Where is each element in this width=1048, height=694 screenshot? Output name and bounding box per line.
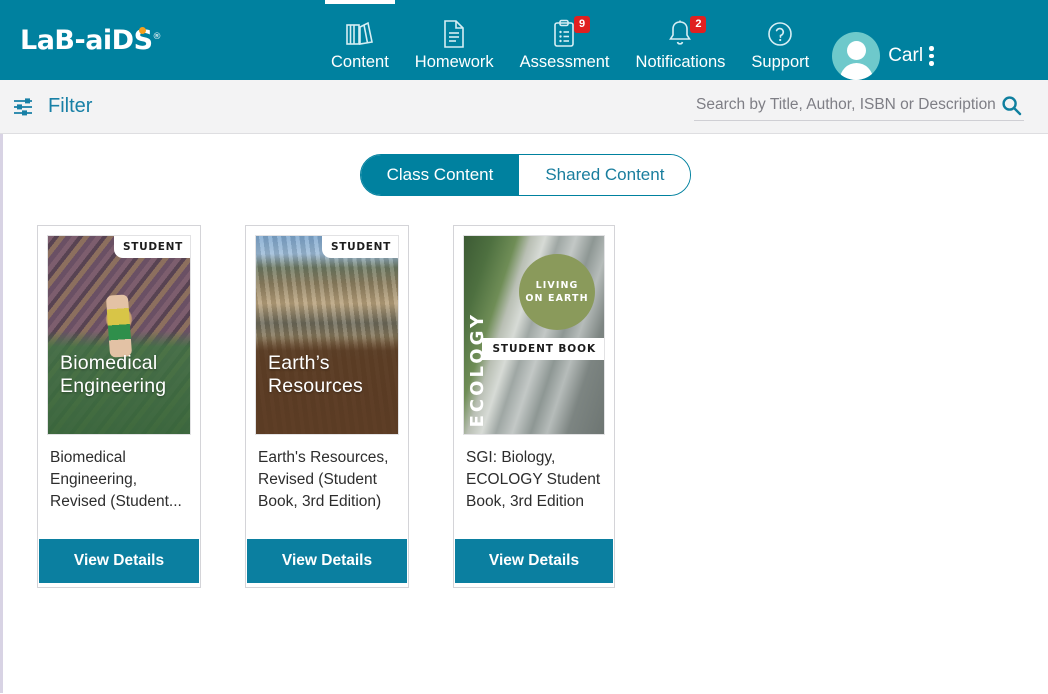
tab-shared-content-label: Shared Content: [545, 165, 664, 185]
book-cover-image-earths-resources: STUDENT Earth’s Resources: [255, 235, 399, 435]
student-badge: STUDENT: [322, 236, 398, 258]
tab-class-content[interactable]: Class Content: [361, 155, 520, 195]
card-cover-wrapper: LIVING ON EARTH STUDENT BOOK ECOLOGY: [454, 226, 614, 435]
tab-class-content-label: Class Content: [387, 165, 494, 185]
user-menu[interactable]: Carl: [832, 32, 933, 80]
content-area: Class Content Shared Content STUDENT Bio…: [0, 134, 1048, 693]
books-icon: [345, 17, 375, 51]
filter-button[interactable]: Filter: [12, 95, 92, 118]
logo-trademark: ®: [153, 32, 162, 42]
notifications-badge-count: 2: [690, 16, 706, 33]
filter-toolbar: Filter: [0, 80, 1048, 134]
book-cover-image-ecology: LIVING ON EARTH STUDENT BOOK ECOLOGY: [463, 235, 605, 435]
search-input[interactable]: [696, 96, 995, 114]
student-book-label: STUDENT BOOK: [482, 338, 604, 360]
cover-title-line1: Earth’s: [268, 352, 363, 375]
search-container: [694, 93, 1024, 121]
cover-title: Earth’s Resources: [268, 352, 363, 398]
nav-item-support[interactable]: Support: [738, 0, 822, 80]
nav-label-content: Content: [331, 52, 389, 72]
document-icon: [441, 17, 467, 51]
card-cover-wrapper: STUDENT Biomedical Engineering: [38, 226, 200, 435]
lab-aids-logo[interactable]: LaB-aiDS®: [18, 25, 318, 56]
view-details-button[interactable]: View Details: [247, 539, 407, 583]
cover-title-line2: Resources: [268, 375, 363, 398]
tab-shared-content[interactable]: Shared Content: [519, 155, 690, 195]
filter-label: Filter: [48, 95, 92, 118]
badge-line1: LIVING: [536, 279, 579, 292]
card-title: Biomedical Engineering, Revised (Student…: [38, 435, 200, 539]
logo-text: LaB-aiDS: [20, 25, 153, 56]
view-details-button[interactable]: View Details: [39, 539, 199, 583]
cover-title-line2: Engineering: [60, 375, 166, 398]
kebab-menu-icon[interactable]: [929, 46, 934, 66]
logo-orange-dot: [139, 27, 146, 34]
content-scope-toggle: Class Content Shared Content: [360, 154, 692, 196]
nav-label-homework: Homework: [415, 52, 494, 72]
cover-vertical-title: ECOLOGY: [467, 312, 488, 427]
card-title: SGI: Biology, ECOLOGY Student Book, 3rd …: [454, 435, 614, 539]
nav-label-support: Support: [751, 52, 809, 72]
nav-item-homework[interactable]: Homework: [402, 0, 507, 80]
top-navigation-bar: LaB-aiDS® Content: [0, 0, 1048, 80]
cover-title: Biomedical Engineering: [60, 352, 166, 398]
clipboard-icon: 9: [552, 17, 577, 51]
avatar-body: [840, 63, 873, 80]
nav-item-notifications[interactable]: 2 Notifications: [623, 0, 739, 80]
content-card[interactable]: STUDENT Biomedical Engineering Biomedica…: [37, 225, 201, 588]
user-name-label: Carl: [888, 45, 923, 67]
book-cover-image-biomedical: STUDENT Biomedical Engineering: [47, 235, 191, 435]
search-icon[interactable]: [1001, 95, 1022, 116]
nav-label-notifications: Notifications: [636, 52, 726, 72]
user-avatar-icon: [832, 32, 880, 80]
content-card[interactable]: LIVING ON EARTH STUDENT BOOK ECOLOGY SGI…: [453, 225, 615, 588]
content-card[interactable]: STUDENT Earth’s Resources Earth's Resour…: [245, 225, 409, 588]
card-title: Earth's Resources, Revised (Student Book…: [246, 435, 408, 539]
avatar-head: [847, 41, 866, 60]
card-cover-wrapper: STUDENT Earth’s Resources: [246, 226, 408, 435]
living-on-earth-badge: LIVING ON EARTH: [519, 254, 595, 330]
student-badge: STUDENT: [114, 236, 190, 258]
primary-nav-items: Content Homework: [318, 0, 1034, 80]
assessment-badge-count: 9: [574, 16, 590, 33]
cover-title-line1: Biomedical: [60, 352, 166, 375]
nav-label-assessment: Assessment: [520, 52, 610, 72]
nav-item-assessment[interactable]: 9 Assessment: [507, 0, 623, 80]
bell-icon: 2: [667, 17, 693, 51]
nav-item-content[interactable]: Content: [318, 0, 402, 80]
content-card-grid: STUDENT Biomedical Engineering Biomedica…: [3, 196, 1048, 588]
content-scope-toggle-row: Class Content Shared Content: [3, 154, 1048, 196]
question-mark-icon: [766, 17, 794, 51]
view-details-button[interactable]: View Details: [455, 539, 613, 583]
sliders-filter-icon: [12, 96, 38, 118]
badge-line2: ON EARTH: [525, 292, 588, 305]
